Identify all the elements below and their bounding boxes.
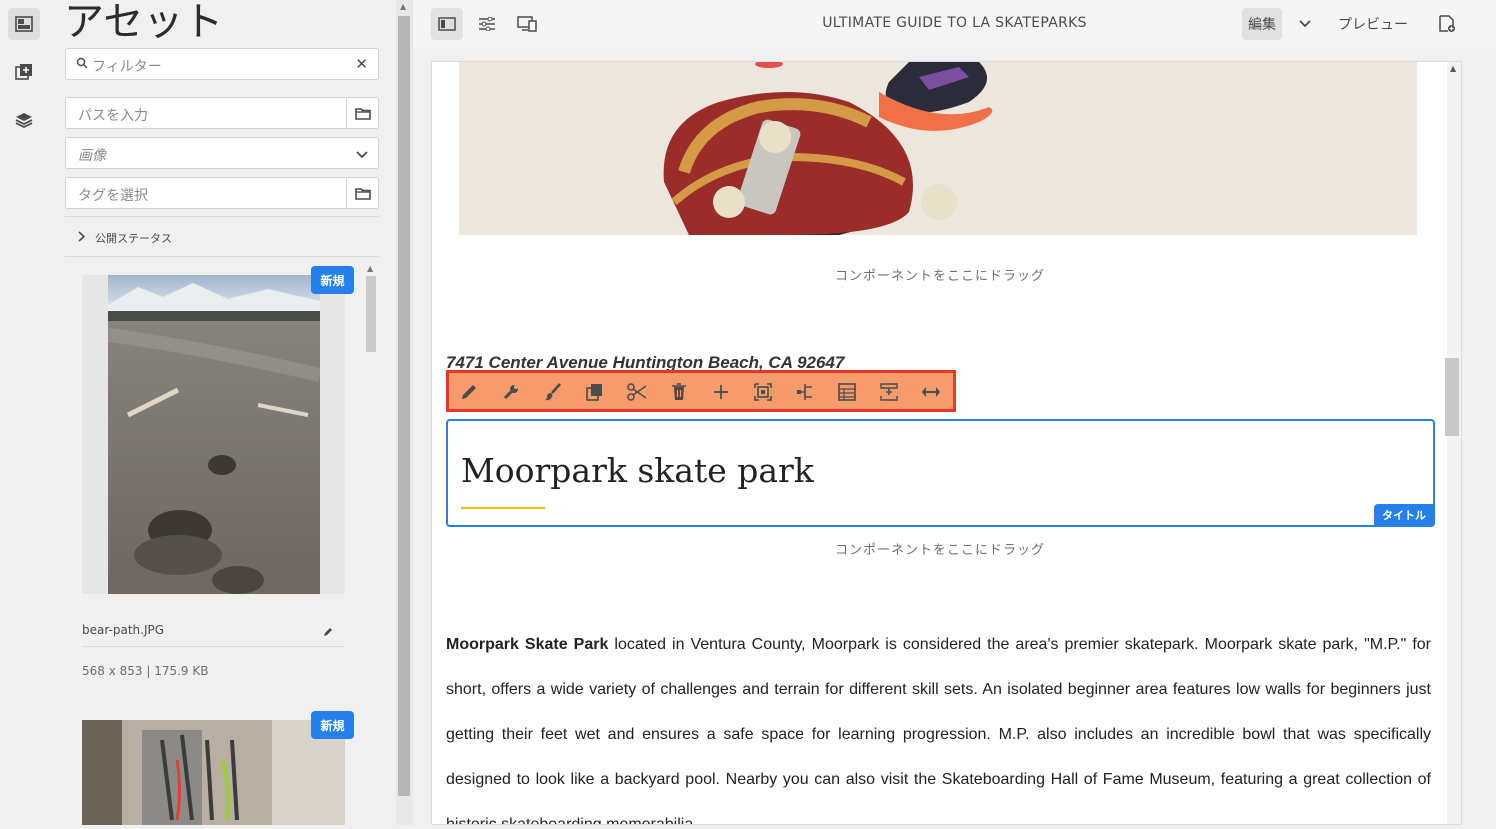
group-icon[interactable] <box>792 379 818 405</box>
assets-icon[interactable] <box>8 8 40 40</box>
editor-topbar: ULTIMATE GUIDE TO LA SKATEPARKS 編集 プレビュー <box>413 0 1496 48</box>
new-badge: 新規 <box>311 266 354 294</box>
edit-icon[interactable] <box>456 379 482 405</box>
asset-thumbnail <box>82 720 345 825</box>
page-information-icon[interactable] <box>1433 8 1461 40</box>
select-parent-icon[interactable] <box>750 379 776 405</box>
publish-status-toggle[interactable]: 公開ステータス <box>78 230 172 246</box>
skateboard-image <box>459 62 1417 235</box>
folder-icon[interactable] <box>346 178 378 208</box>
divider <box>65 216 379 217</box>
divider <box>65 256 379 257</box>
mode-chevron-down-icon[interactable] <box>1293 8 1317 40</box>
page-canvas: コンポーネントをここにドラッグ 7471 Center Avenue Hunti… <box>431 61 1462 825</box>
publish-status-label: 公開ステータス <box>95 232 172 245</box>
body-bold-text: Moorpark Skate Park <box>446 636 609 653</box>
hero-image[interactable] <box>459 62 1417 235</box>
title-underline <box>461 507 545 509</box>
asset-filename: bear-path.JPG <box>82 623 165 637</box>
canvas-scrollbar[interactable]: ▲ <box>1447 62 1461 824</box>
body-text-component[interactable]: Moorpark Skate Park located in Ventura C… <box>446 622 1431 825</box>
scroll-up-icon[interactable]: ▲ <box>1450 64 1456 73</box>
page-scroll-thumb[interactable] <box>1445 358 1459 436</box>
panel-title: アセット <box>64 0 224 45</box>
asset-card[interactable] <box>82 275 345 594</box>
panel-splitter[interactable]: ▲ <box>396 0 413 825</box>
configure-icon[interactable] <box>498 379 524 405</box>
layout-icon[interactable] <box>834 379 860 405</box>
component-type-label: タイトル <box>1374 504 1434 526</box>
chevron-right-icon <box>78 231 86 245</box>
clear-icon[interactable]: ✕ <box>355 55 368 73</box>
asset-type-select[interactable]: 画像 <box>65 137 379 169</box>
body-paragraph: located in Ventura County, Moorpark is c… <box>446 636 1431 825</box>
preview-button[interactable]: プレビュー <box>1333 8 1413 40</box>
search-icon <box>76 57 88 73</box>
copy-icon[interactable] <box>582 379 608 405</box>
panel-scroll-thumb[interactable] <box>366 276 376 352</box>
title-component[interactable]: Moorpark skate park タイトル <box>446 419 1435 527</box>
panel-splitter-thumb[interactable] <box>398 16 410 796</box>
tags-input[interactable]: タグを選択 <box>65 177 379 209</box>
edit-asset-icon[interactable] <box>322 623 334 642</box>
divider <box>82 646 344 647</box>
folder-icon[interactable] <box>346 98 378 128</box>
chevron-down-icon <box>356 147 368 163</box>
new-badge: 新規 <box>311 711 354 739</box>
asset-meta: 568 x 853 | 175.9 KB <box>82 664 209 678</box>
title-heading: Moorpark skate park <box>461 451 814 490</box>
asset-panel: アセット フィルター ✕ パスを入力 画像 タグを選択 公開ステータス 新規 b… <box>48 0 396 825</box>
asset-card[interactable] <box>82 720 345 825</box>
layout-resize-icon[interactable] <box>918 379 944 405</box>
drop-zone-placeholder[interactable]: コンポーネントをここにドラッグ <box>432 539 1448 558</box>
style-icon[interactable] <box>540 379 566 405</box>
content-tree-icon[interactable] <box>8 104 40 136</box>
filter-input[interactable]: フィルター ✕ <box>65 48 379 80</box>
asset-type-value: 画像 <box>78 148 106 164</box>
scroll-up-icon[interactable]: ▲ <box>400 2 406 11</box>
delete-icon[interactable] <box>666 379 692 405</box>
asset-thumbnail <box>108 275 320 594</box>
add-to-template-icon[interactable] <box>876 379 902 405</box>
path-input[interactable]: パスを入力 <box>65 97 379 129</box>
path-placeholder: パスを入力 <box>78 108 148 124</box>
side-rail <box>0 0 48 825</box>
drop-zone-placeholder[interactable]: コンポーネントをここにドラッグ <box>432 265 1448 284</box>
component-toolbar <box>446 370 956 412</box>
scroll-up-icon[interactable]: ▲ <box>367 264 373 273</box>
components-icon[interactable] <box>8 56 40 88</box>
edit-mode-button[interactable]: 編集 <box>1242 8 1282 40</box>
insert-icon[interactable] <box>708 379 734 405</box>
filter-placeholder: フィルター <box>92 59 162 75</box>
panel-scrollbar[interactable]: ▲ <box>364 264 376 825</box>
tags-placeholder: タグを選択 <box>78 188 148 204</box>
cut-icon[interactable] <box>624 379 650 405</box>
